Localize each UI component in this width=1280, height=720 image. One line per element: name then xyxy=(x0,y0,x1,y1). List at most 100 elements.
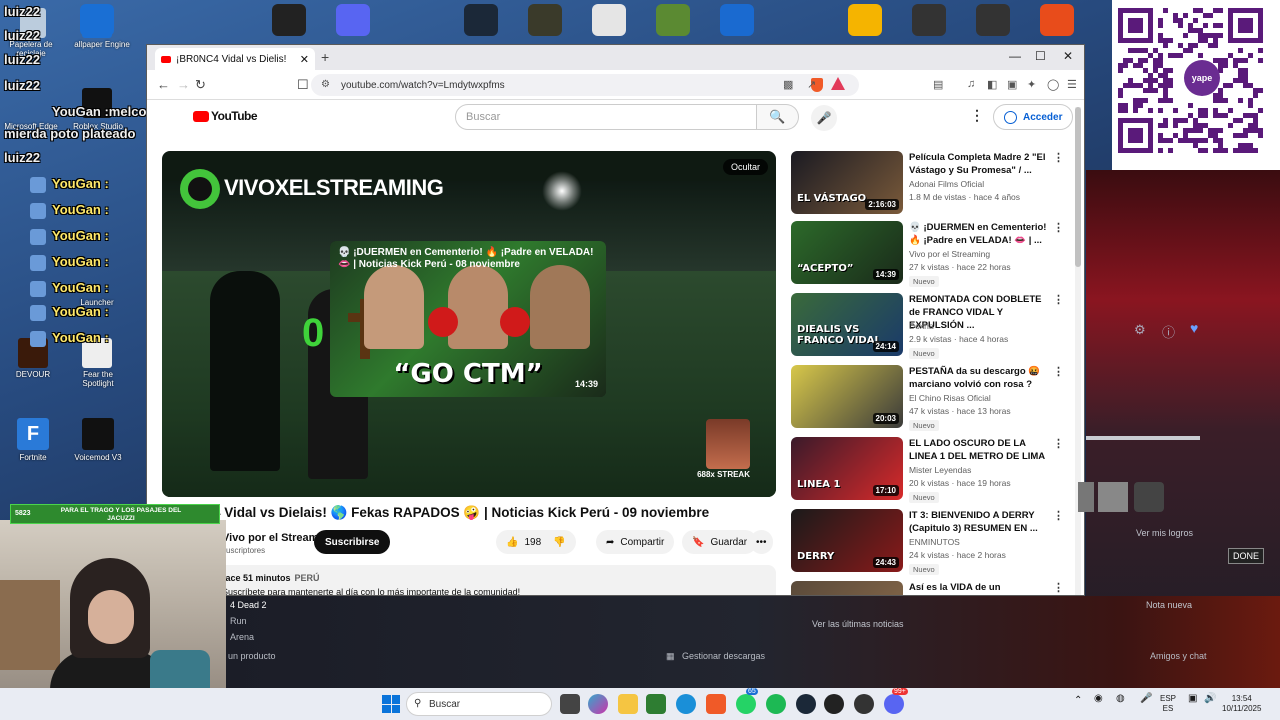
windows-start-icon[interactable] xyxy=(382,695,400,713)
reading-icon[interactable]: ◧ xyxy=(987,78,997,91)
recommended-thumbnail[interactable]: LINEA 1 17:10 xyxy=(791,437,903,500)
leo-icon[interactable]: ✦ xyxy=(1027,78,1036,91)
copilot-icon[interactable] xyxy=(588,694,608,714)
address-bar[interactable]: ⚙ youtube.com/watch?v=Lmdytwxpfms xyxy=(311,74,859,96)
steam-heart-icon[interactable]: ♥ xyxy=(1190,320,1198,336)
share-button[interactable]: ➦ Compartir xyxy=(596,530,675,554)
recommended-title[interactable]: 💀 ¡DUERMEN en Cementerio! 🔥 ¡Padre en VE… xyxy=(909,221,1049,247)
recommended-title[interactable]: Así es la VIDA de un RASTAFARI xyxy=(909,581,1049,595)
obs-icon[interactable] xyxy=(272,4,306,36)
hide-overlay-button[interactable]: Ocultar xyxy=(722,159,768,175)
settings-menu-icon[interactable]: ⋮ xyxy=(970,107,984,124)
recommended-menu-icon[interactable]: ⋮ xyxy=(1053,509,1064,522)
search-input[interactable]: Buscar xyxy=(455,104,757,130)
desktop-icon-fear-the-spotlight[interactable]: Fear the Spotlight xyxy=(72,370,124,388)
recommended-channel[interactable]: Vivo por el Streaming xyxy=(909,249,990,259)
game-icon[interactable] xyxy=(528,4,562,36)
back-icon[interactable]: ← xyxy=(157,77,170,92)
recommended-channel[interactable]: Adonai Films Oficial xyxy=(909,179,984,189)
recommended-channel[interactable]: ENMINUTOS xyxy=(909,537,960,547)
task-view-icon[interactable] xyxy=(560,694,580,714)
end-card-video[interactable]: 💀 ¡DUERMEN en Cementerio! 🔥 ¡Padre en VE… xyxy=(330,241,606,397)
cast-icon[interactable]: ▩ xyxy=(783,78,793,91)
steam-game-item[interactable]: 4 Dead 2 xyxy=(230,600,267,610)
steam-settings-icon[interactable]: ⚙ xyxy=(1134,322,1146,338)
dislike-icon[interactable]: 👎 xyxy=(553,537,565,548)
add-product-button[interactable]: un producto xyxy=(228,651,276,661)
edge-icon[interactable] xyxy=(676,694,696,714)
recommended-title[interactable]: EL LADO OSCURO DE LA LINEA 1 DEL METRO D… xyxy=(909,437,1049,463)
recommended-channel[interactable]: El Chino Risas Oficial xyxy=(909,393,991,403)
recommended-menu-icon[interactable]: ⋮ xyxy=(1053,151,1064,164)
reload-icon[interactable]: ↻ xyxy=(195,77,206,93)
game-taskbar-icon[interactable] xyxy=(824,694,844,714)
scrollbar-thumb[interactable] xyxy=(1075,107,1081,267)
language-indicator[interactable]: ESP ES xyxy=(1160,694,1176,714)
recommended-title[interactable]: IT 3: BIENVENIDO A DERRY (Capitulo 3) RE… xyxy=(909,509,1049,535)
tray-app-icon[interactable]: ◉ xyxy=(1094,694,1103,704)
tab-close-icon[interactable]: ✕ xyxy=(300,53,309,66)
new-tab-button[interactable]: + xyxy=(321,49,329,65)
vpn-icon[interactable]: ◯ xyxy=(1047,78,1059,91)
recommended-channel[interactable]: Mister Leyendas xyxy=(909,465,971,475)
cs-icon[interactable] xyxy=(720,4,754,36)
forward-icon[interactable]: → xyxy=(177,77,190,92)
file-explorer-icon[interactable] xyxy=(618,694,638,714)
recommended-channel[interactable]: Doxha xyxy=(909,321,934,331)
maximize-button[interactable]: ☐ xyxy=(1035,49,1046,63)
recommended-video[interactable]: EL VÁSTAGO 2:16:03 Película Completa Madre… xyxy=(791,151,1064,215)
taskbar-search-input[interactable]: ⚲ Buscar xyxy=(406,692,552,716)
discord-taskbar-icon[interactable] xyxy=(884,694,904,714)
recommended-video[interactable]: LINEA 1 17:10 EL LADO OSCURO DE LA LINEA 1… xyxy=(791,437,1064,503)
sidebar-icon[interactable]: ▤ xyxy=(933,78,943,91)
store-icon[interactable] xyxy=(646,694,666,714)
wallet-icon[interactable]: ▣ xyxy=(1007,78,1017,91)
recommended-menu-icon[interactable]: ⋮ xyxy=(1053,581,1064,594)
recommended-video[interactable]: 20:03 PESTAÑA da su descargo 🤬 marciano v… xyxy=(791,365,1064,431)
share-icon[interactable]: ↗ xyxy=(807,78,816,91)
recommended-title[interactable]: PESTAÑA da su descargo 🤬 marciano volvió… xyxy=(909,365,1049,391)
desktop-icon-wallpaper-engine[interactable]: allpaper Engine xyxy=(72,40,132,49)
recommended-video[interactable]: “ACEPTO” 14:39 💀 ¡DUERMEN en Cementerio! 🔥… xyxy=(791,221,1064,287)
tray-display-icon[interactable]: ▣ xyxy=(1188,694,1197,704)
recommended-menu-icon[interactable]: ⋮ xyxy=(1053,365,1064,378)
gta-v-2-icon[interactable] xyxy=(976,4,1010,36)
recommended-thumbnail[interactable]: 20:03 xyxy=(791,365,903,428)
manage-downloads-button[interactable]: Gestionar descargas xyxy=(682,651,765,661)
steam-game-item[interactable]: Run xyxy=(230,616,247,626)
rockstar-icon[interactable] xyxy=(848,4,882,36)
downloads-icon[interactable]: ▦ xyxy=(666,651,675,662)
recommended-video[interactable]: DERRY 24:43 IT 3: BIENVENIDO A DERRY (Capi… xyxy=(791,509,1064,575)
spotify-icon[interactable] xyxy=(766,694,786,714)
obs-taskbar-icon[interactable] xyxy=(854,694,874,714)
media-icon[interactable]: ♫ xyxy=(967,78,975,90)
recommended-menu-icon[interactable]: ⋮ xyxy=(1053,437,1064,450)
recommended-thumbnail[interactable]: “ACEPTO” 14:39 xyxy=(791,221,903,284)
recommended-thumbnail[interactable]: DERRY 24:43 xyxy=(791,509,903,572)
like-button[interactable]: 👍 198 👎 xyxy=(496,530,576,554)
steam-info-icon[interactable]: ⓘ xyxy=(1162,322,1175,341)
recommended-title[interactable]: Película Completa Madre 2 "El Vástago y … xyxy=(909,151,1049,177)
description-box[interactable]: hace 51 minutos PERÚ Suscríbete para mant… xyxy=(162,565,776,595)
tray-chevron-icon[interactable]: ⌃ xyxy=(1074,696,1082,706)
recommended-video[interactable]: Así es la VIDA de un RASTAFARI ⋮ xyxy=(791,581,1064,595)
desktop-icon-fortnite[interactable]: Fortnite xyxy=(8,453,58,462)
subscribe-button[interactable]: Suscribirse xyxy=(314,530,391,554)
recommended-video[interactable]: DIEALIS VS FRANCO VIDAL 24:14 REMONTADA CO… xyxy=(791,293,1064,359)
recommended-thumbnail[interactable] xyxy=(791,581,903,595)
recommended-menu-icon[interactable]: ⋮ xyxy=(1053,293,1064,306)
latest-news-link[interactable]: Ver las últimas noticias xyxy=(812,619,904,629)
sign-in-button[interactable]: Acceder xyxy=(993,104,1074,130)
steam-icon[interactable] xyxy=(464,4,498,36)
gta-v-icon[interactable] xyxy=(912,4,946,36)
menu-icon[interactable]: ☰ xyxy=(1067,78,1077,91)
recommended-thumbnail[interactable]: EL VÁSTAGO 2:16:03 xyxy=(791,151,903,214)
app-icon[interactable] xyxy=(1040,4,1074,36)
recommended-thumbnail[interactable]: DIEALIS VS FRANCO VIDAL 24:14 xyxy=(791,293,903,356)
steam-game-item[interactable]: Arena xyxy=(230,632,254,642)
bookmark-icon[interactable]: ☐ xyxy=(297,77,309,93)
tray-volume-icon[interactable]: 🔊 xyxy=(1204,694,1216,704)
search-button[interactable]: 🔍 xyxy=(757,104,799,130)
discord-icon[interactable] xyxy=(336,4,370,36)
crab-game-icon[interactable] xyxy=(592,4,626,36)
